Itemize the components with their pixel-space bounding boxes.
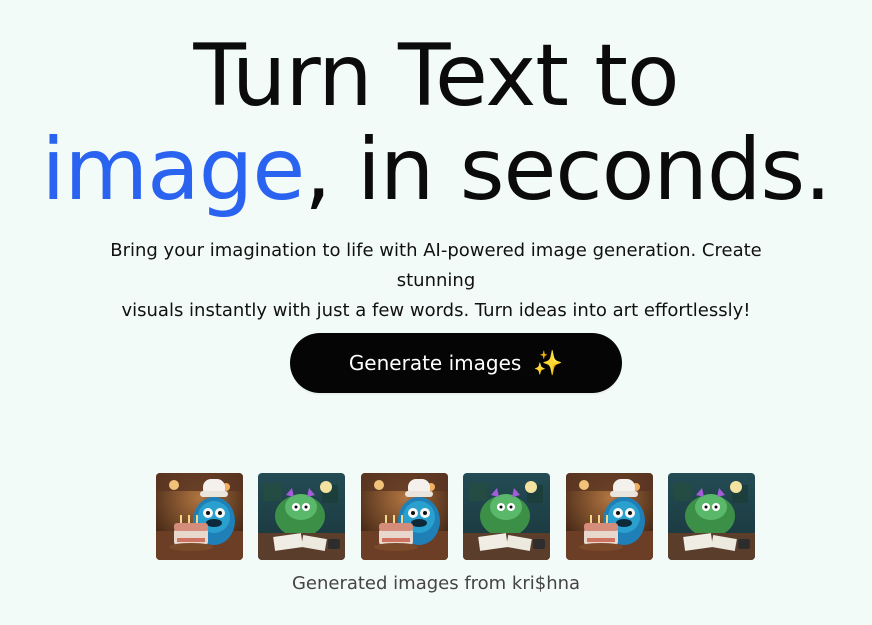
gallery-image-6[interactable] xyxy=(668,473,755,560)
monster-cake-image xyxy=(361,473,448,560)
gallery-image-2[interactable] xyxy=(258,473,345,560)
generate-images-label: Generate images xyxy=(348,351,522,375)
monster-cake-image xyxy=(566,473,653,560)
monster-desk-image xyxy=(463,473,550,560)
subtitle-line-1: Bring your imagination to life with AI-p… xyxy=(110,240,762,291)
monster-cake-image xyxy=(156,473,243,560)
headline-rest: , in seconds. xyxy=(304,120,831,220)
hero-subtitle: Bring your imagination to life with AI-p… xyxy=(86,236,786,326)
headline-accent-word: image xyxy=(41,120,305,220)
monster-desk-image xyxy=(668,473,755,560)
gallery-image-3[interactable] xyxy=(361,473,448,560)
monster-desk-image xyxy=(258,473,345,560)
subtitle-line-2: visuals instantly with just a few words.… xyxy=(121,300,751,321)
image-gallery xyxy=(156,473,756,560)
gallery-image-1[interactable] xyxy=(156,473,243,560)
gallery-image-4[interactable] xyxy=(463,473,550,560)
gallery-caption: Generated images from kri$hna xyxy=(291,573,581,594)
gallery-image-5[interactable] xyxy=(566,473,653,560)
generate-images-button[interactable]: Generate images ✨ xyxy=(290,333,622,393)
headline-line-2: image, in seconds. xyxy=(0,124,872,216)
sparkles-icon: ✨ xyxy=(533,349,564,377)
headline-line-1: Turn Text to xyxy=(193,26,679,126)
